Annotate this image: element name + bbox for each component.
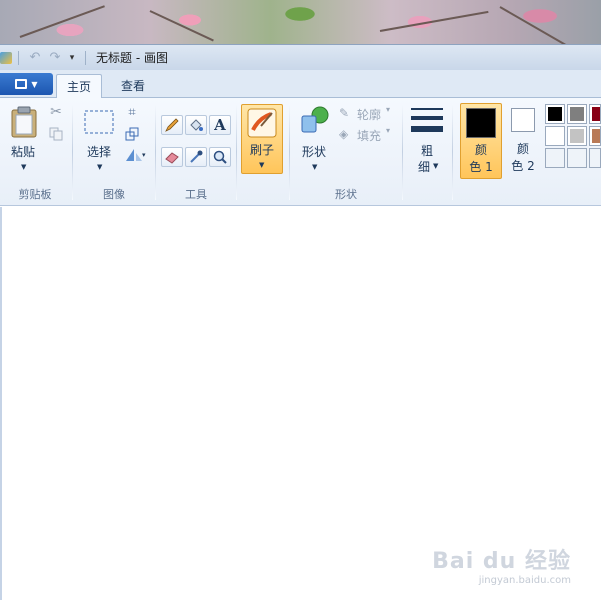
group-separator	[236, 104, 237, 200]
color2-button[interactable]	[506, 108, 540, 132]
select-button-label[interactable]: 选择	[83, 143, 115, 160]
copy-icon[interactable]	[48, 126, 64, 142]
size-label-line1[interactable]: 粗	[413, 142, 441, 159]
palette-color-cell[interactable]	[589, 126, 601, 146]
group-label-image: 图像	[103, 188, 125, 201]
palette-color-cell[interactable]	[545, 126, 565, 146]
fill-bucket-icon[interactable]	[185, 115, 207, 135]
paste-button-label[interactable]: 粘贴	[8, 143, 38, 160]
brushes-button[interactable]: 刷子 ▼	[241, 104, 283, 174]
color2-label-line2[interactable]: 色 2	[506, 157, 540, 174]
palette-empty-cell[interactable]	[567, 148, 587, 168]
group-label-shapes: 形状	[335, 188, 357, 201]
select-rectangle-icon[interactable]	[84, 110, 114, 134]
ribbon-tab-bar: ▼ 主页 查看	[0, 70, 601, 99]
chevron-down-icon: ▼	[31, 79, 38, 89]
color2-label-line1[interactable]: 颜	[506, 140, 540, 157]
tab-home[interactable]: 主页	[56, 74, 102, 99]
chevron-down-icon: ▼	[259, 161, 265, 169]
group-separator	[72, 104, 73, 200]
group-separator	[402, 104, 403, 200]
chevron-down-icon[interactable]: ▼	[21, 163, 26, 171]
palette-color-cell[interactable]	[545, 104, 565, 124]
shapes-icon[interactable]	[298, 104, 330, 136]
outline-button-label[interactable]: 轮廓	[357, 106, 381, 123]
svg-text:▾: ▾	[142, 151, 146, 159]
chevron-down-icon[interactable]: ▼	[433, 162, 438, 170]
ribbon: 粘贴 ▼ ✂ 剪贴板 选择 ▼ ⌗ ▾ 图像 A 工具 刷子 ▼ 形状 ▼ ✎ …	[0, 98, 601, 266]
app-icon[interactable]	[0, 51, 12, 64]
crop-icon[interactable]: ⌗	[124, 104, 140, 120]
desktop-wallpaper	[0, 0, 601, 48]
palette-color-cell[interactable]	[589, 104, 601, 124]
fill-bucket-icon[interactable]: ◈	[339, 127, 348, 141]
group-label-tools: 工具	[185, 188, 207, 201]
chevron-down-icon[interactable]: ▼	[97, 163, 102, 171]
outline-pen-icon[interactable]: ✎	[339, 106, 349, 120]
rotate-icon[interactable]: ▾	[124, 146, 148, 164]
title-bar: ↶ ↷ ▾ 无标题 - 画图	[0, 44, 601, 70]
drawing-canvas[interactable]: Bai du 经验 jingyan.baidu.com	[0, 207, 601, 600]
color1-label-line1: 颜	[474, 143, 487, 157]
pencil-icon[interactable]	[161, 115, 183, 135]
group-separator	[452, 104, 453, 200]
palette-color-cell[interactable]	[567, 126, 587, 146]
window-title: 无标题 - 画图	[96, 51, 168, 65]
chevron-down-icon[interactable]: ▾	[386, 126, 390, 135]
group-label-clipboard: 剪贴板	[18, 188, 52, 201]
watermark: Bai du 经验 jingyan.baidu.com	[432, 543, 571, 586]
color2-swatch	[511, 108, 535, 132]
color1-swatch	[466, 108, 496, 138]
brushes-button-label: 刷子	[249, 143, 274, 157]
cut-icon[interactable]: ✂	[48, 104, 64, 120]
redo-icon[interactable]: ↷	[45, 50, 65, 65]
watermark-url: jingyan.baidu.com	[478, 575, 571, 586]
paste-icon[interactable]	[10, 106, 38, 138]
fill-button-label[interactable]: 填充	[357, 127, 381, 144]
magnifier-icon[interactable]	[209, 147, 231, 167]
watermark-logo: Bai du 经验	[432, 549, 571, 574]
palette-empty-cell[interactable]	[589, 148, 601, 168]
text-icon[interactable]: A	[209, 115, 231, 135]
qat-separator	[18, 50, 19, 65]
color-picker-icon[interactable]	[185, 147, 207, 167]
paint-menu-button[interactable]: ▼	[0, 73, 53, 95]
color1-button[interactable]: 颜 色 1	[460, 103, 502, 179]
resize-icon[interactable]	[124, 126, 140, 142]
customize-qat-icon[interactable]: ▾	[65, 53, 79, 63]
chevron-down-icon[interactable]: ▼	[312, 163, 317, 171]
qat-separator	[85, 50, 86, 65]
document-icon	[15, 79, 28, 89]
brush-icon	[247, 108, 277, 138]
undo-icon[interactable]: ↶	[25, 50, 45, 65]
group-separator	[289, 104, 290, 200]
color1-label-line2: 色 1	[469, 160, 493, 174]
tab-view[interactable]: 查看	[110, 74, 156, 99]
shapes-button-label[interactable]: 形状	[297, 143, 331, 160]
palette-color-cell[interactable]	[567, 104, 587, 124]
palette-empty-cell[interactable]	[545, 148, 565, 168]
eraser-icon[interactable]	[161, 147, 183, 167]
line-size-icon[interactable]	[410, 106, 444, 136]
size-label-line2[interactable]: 细	[413, 158, 435, 175]
chevron-down-icon[interactable]: ▾	[386, 105, 390, 114]
